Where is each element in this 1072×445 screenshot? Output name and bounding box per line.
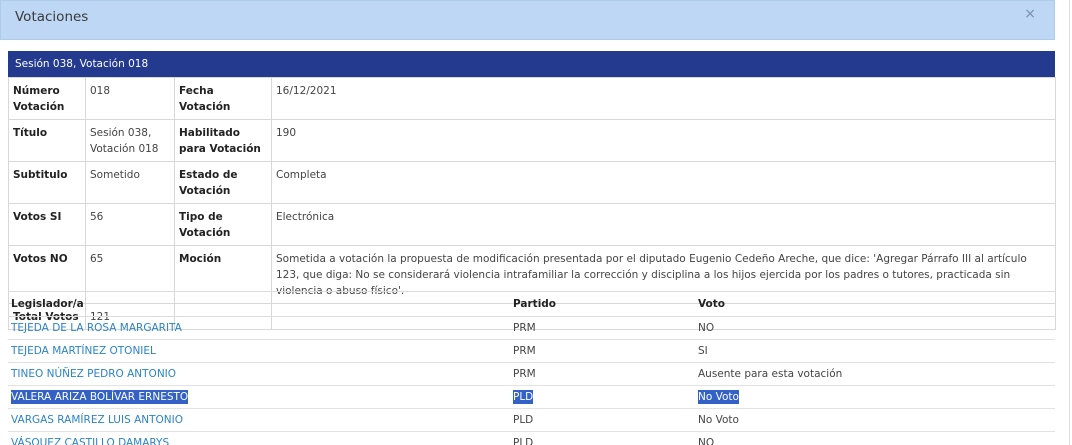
numero-value: 018 (85, 77, 175, 120)
legislator-vote: SI (698, 345, 708, 357)
legislator-row: TEJEDA DE LA ROSA MARGARITA PRM NO (8, 317, 1055, 340)
legislator-row: VARGAS RAMÍREZ LUIS ANTONIO PLD No Voto (8, 409, 1055, 432)
legislator-column-header[interactable]: Legislador/a (11, 298, 84, 310)
legislator-row: VÁSQUEZ CASTILLO DAMARYS PLD NO (8, 432, 1055, 445)
modal-header: Votaciones × (0, 0, 1055, 40)
legislator-name-link[interactable]: VÁSQUEZ CASTILLO DAMARYS (11, 436, 169, 445)
subtitulo-label: Subtitulo (8, 161, 86, 204)
session-title-bar: Sesión 038, Votación 018 (8, 51, 1055, 77)
vote-column-header[interactable]: Voto (698, 298, 725, 310)
party-column-header[interactable]: Partido (513, 298, 556, 310)
fecha-label: Fecha Votación (174, 77, 272, 120)
close-icon[interactable]: × (1024, 6, 1036, 22)
legislator-vote: NO (698, 322, 715, 334)
tipo-value: Electrónica (271, 203, 1056, 246)
legislator-vote: NO (698, 437, 715, 445)
legislator-vote: No Voto (698, 390, 739, 404)
legislator-name-link[interactable]: VARGAS RAMÍREZ LUIS ANTONIO (11, 413, 183, 427)
legislator-name-link[interactable]: TEJEDA MARTÍNEZ OTONIEL (11, 344, 156, 358)
votos-si-value: 56 (85, 203, 175, 246)
fecha-value: 16/12/2021 (271, 77, 1056, 120)
numero-label: Número Votación (8, 77, 86, 120)
legislator-row: TEJEDA MARTÍNEZ OTONIEL PRM SI (8, 340, 1055, 363)
habilitado-value: 190 (271, 119, 1056, 162)
legislator-name-link[interactable]: TINEO NÚÑEZ PEDRO ANTONIO (11, 367, 176, 381)
legislator-vote: Ausente para esta votación (698, 368, 843, 380)
legislator-name-link[interactable]: VALERA ARIZA BOLÍVAR ERNESTO (11, 390, 189, 404)
legislator-party: PRM (513, 322, 536, 334)
legislator-vote: No Voto (698, 414, 739, 426)
titulo-value: Sesión 038, Votación 018 (85, 119, 175, 162)
subtitulo-value: Sometido (85, 161, 175, 204)
titulo-label: Título (8, 119, 86, 162)
legislator-party: PLD (513, 437, 534, 445)
estado-label: Estado de Votación (174, 161, 272, 204)
legislator-name-link[interactable]: TEJEDA DE LA ROSA MARGARITA (11, 321, 182, 335)
habilitado-label: Habilitado para Votación (174, 119, 272, 162)
legislator-party: PLD (513, 390, 534, 404)
legislators-header: Legislador/a Partido Voto (8, 291, 1055, 317)
legislator-party: PLD (513, 414, 534, 426)
tipo-label: Tipo de Votación (174, 203, 272, 246)
estado-value: Completa (271, 161, 1056, 204)
votos-si-label: Votos SI (8, 203, 86, 246)
legislator-row: TINEO NÚÑEZ PEDRO ANTONIO PRM Ausente pa… (8, 363, 1055, 386)
modal-title: Votaciones (15, 9, 89, 25)
legislator-row-selected: VALERA ARIZA BOLÍVAR ERNESTO PLD No Voto (8, 386, 1055, 409)
legislator-party: PRM (513, 368, 536, 380)
legislator-party: PRM (513, 345, 536, 357)
scrollbar-divider (1069, 0, 1070, 445)
